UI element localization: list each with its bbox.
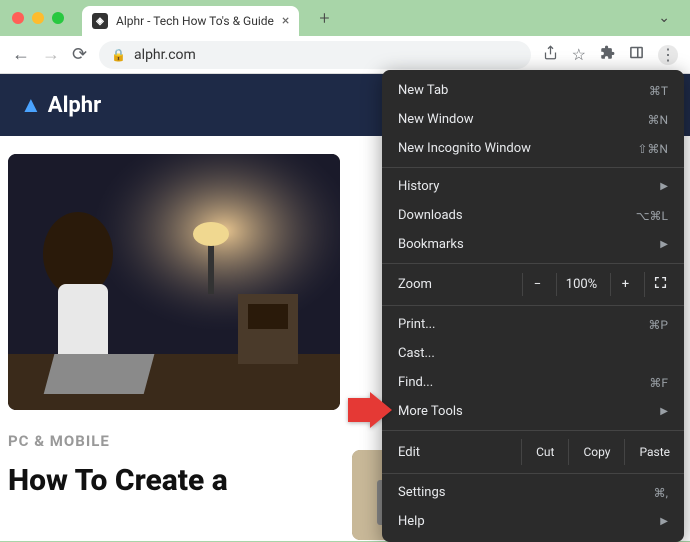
- chrome-menu: New Tab ⌘T New Window ⌘N New Incognito W…: [382, 70, 684, 542]
- menu-label: Zoom: [398, 277, 522, 292]
- tab-overflow-button[interactable]: ⌄: [658, 10, 678, 26]
- menu-label: Settings: [398, 485, 445, 500]
- menu-label: More Tools: [398, 404, 463, 419]
- menu-shortcut: ⌘,: [654, 486, 668, 500]
- share-icon[interactable]: [543, 45, 558, 64]
- menu-label: Find...: [398, 375, 433, 390]
- featured-article[interactable]: PC & MOBILE How To Create a: [8, 154, 340, 540]
- zoom-out-button[interactable]: −: [522, 273, 552, 296]
- menu-label: Bookmarks: [398, 237, 464, 252]
- article-headline: How To Create a: [8, 464, 340, 499]
- paste-button[interactable]: Paste: [624, 439, 684, 465]
- chevron-right-icon: ▶: [660, 239, 668, 250]
- menu-cast[interactable]: Cast...: [382, 339, 684, 368]
- logo-text: Alphr: [48, 93, 101, 118]
- menu-new-incognito[interactable]: New Incognito Window ⇧⌘N: [382, 134, 684, 163]
- menu-print[interactable]: Print... ⌘P: [382, 310, 684, 339]
- menu-divider: [382, 430, 684, 431]
- menu-new-window[interactable]: New Window ⌘N: [382, 105, 684, 134]
- menu-divider: [382, 305, 684, 306]
- menu-shortcut: ⇧⌘N: [637, 142, 668, 156]
- menu-label: New Tab: [398, 83, 448, 98]
- window-titlebar: ◈ Alphr - Tech How To's & Guide × + ⌄: [0, 0, 690, 36]
- menu-label: Downloads: [398, 208, 463, 223]
- menu-label: Cast...: [398, 346, 435, 361]
- site-logo[interactable]: ▲ Alphr: [20, 92, 101, 118]
- tab-favicon: ◈: [92, 13, 108, 29]
- bookmark-star-icon[interactable]: ☆: [572, 45, 586, 64]
- menu-shortcut: ⌘P: [648, 318, 668, 332]
- zoom-value: 100%: [556, 273, 606, 296]
- chrome-menu-button[interactable]: ⋮: [658, 45, 678, 65]
- minimize-window-button[interactable]: [32, 12, 44, 24]
- logo-icon: ▲: [20, 92, 42, 118]
- chevron-right-icon: ▶: [660, 406, 668, 417]
- menu-settings[interactable]: Settings ⌘,: [382, 478, 684, 507]
- menu-label: Edit: [398, 445, 521, 460]
- menu-label: Print...: [398, 317, 435, 332]
- extensions-icon[interactable]: [600, 45, 615, 64]
- fullscreen-button[interactable]: [644, 272, 676, 297]
- menu-new-tab[interactable]: New Tab ⌘T: [382, 76, 684, 105]
- menu-shortcut: ⌥⌘L: [636, 209, 668, 223]
- tab-close-button[interactable]: ×: [282, 13, 289, 29]
- article-category: PC & MOBILE: [8, 432, 340, 450]
- toolbar-actions: ☆ ⋮: [543, 45, 678, 65]
- menu-label: New Incognito Window: [398, 141, 531, 156]
- new-tab-button[interactable]: +: [319, 8, 329, 29]
- zoom-in-button[interactable]: +: [610, 273, 640, 296]
- menu-find[interactable]: Find... ⌘F: [382, 368, 684, 397]
- annotation-arrow: [348, 392, 392, 432]
- chevron-right-icon: ▶: [660, 181, 668, 192]
- hero-image: [8, 154, 340, 410]
- menu-divider: [382, 473, 684, 474]
- copy-button[interactable]: Copy: [568, 439, 624, 465]
- chevron-right-icon: ▶: [660, 516, 668, 527]
- browser-toolbar: ← → ⟳ 🔒 alphr.com ☆ ⋮: [0, 36, 690, 74]
- close-window-button[interactable]: [12, 12, 24, 24]
- menu-divider: [382, 263, 684, 264]
- url-text: alphr.com: [134, 47, 196, 63]
- menu-shortcut: ⌘T: [649, 84, 668, 98]
- menu-edit: Edit Cut Copy Paste: [382, 435, 684, 469]
- menu-history[interactable]: History ▶: [382, 172, 684, 201]
- menu-bookmarks[interactable]: Bookmarks ▶: [382, 230, 684, 259]
- window-controls: [12, 12, 64, 24]
- menu-downloads[interactable]: Downloads ⌥⌘L: [382, 201, 684, 230]
- zoom-controls: − 100% +: [522, 272, 676, 297]
- menu-shortcut: ⌘N: [647, 113, 668, 127]
- lock-icon: 🔒: [111, 48, 126, 62]
- menu-label: History: [398, 179, 439, 194]
- maximize-window-button[interactable]: [52, 12, 64, 24]
- menu-zoom: Zoom − 100% +: [382, 268, 684, 301]
- menu-divider: [382, 167, 684, 168]
- cut-button[interactable]: Cut: [521, 439, 568, 465]
- menu-label: Help: [398, 514, 425, 529]
- menu-more-tools[interactable]: More Tools ▶: [382, 397, 684, 426]
- menu-shortcut: ⌘F: [649, 376, 668, 390]
- address-bar[interactable]: 🔒 alphr.com: [99, 41, 531, 69]
- side-panel-icon[interactable]: [629, 45, 644, 64]
- menu-label: New Window: [398, 112, 474, 127]
- back-button[interactable]: ←: [12, 44, 30, 65]
- menu-help[interactable]: Help ▶: [382, 507, 684, 536]
- reload-button[interactable]: ⟳: [72, 44, 87, 65]
- tab-title: Alphr - Tech How To's & Guide: [116, 14, 274, 28]
- forward-button[interactable]: →: [42, 44, 60, 65]
- browser-tab[interactable]: ◈ Alphr - Tech How To's & Guide ×: [82, 6, 299, 36]
